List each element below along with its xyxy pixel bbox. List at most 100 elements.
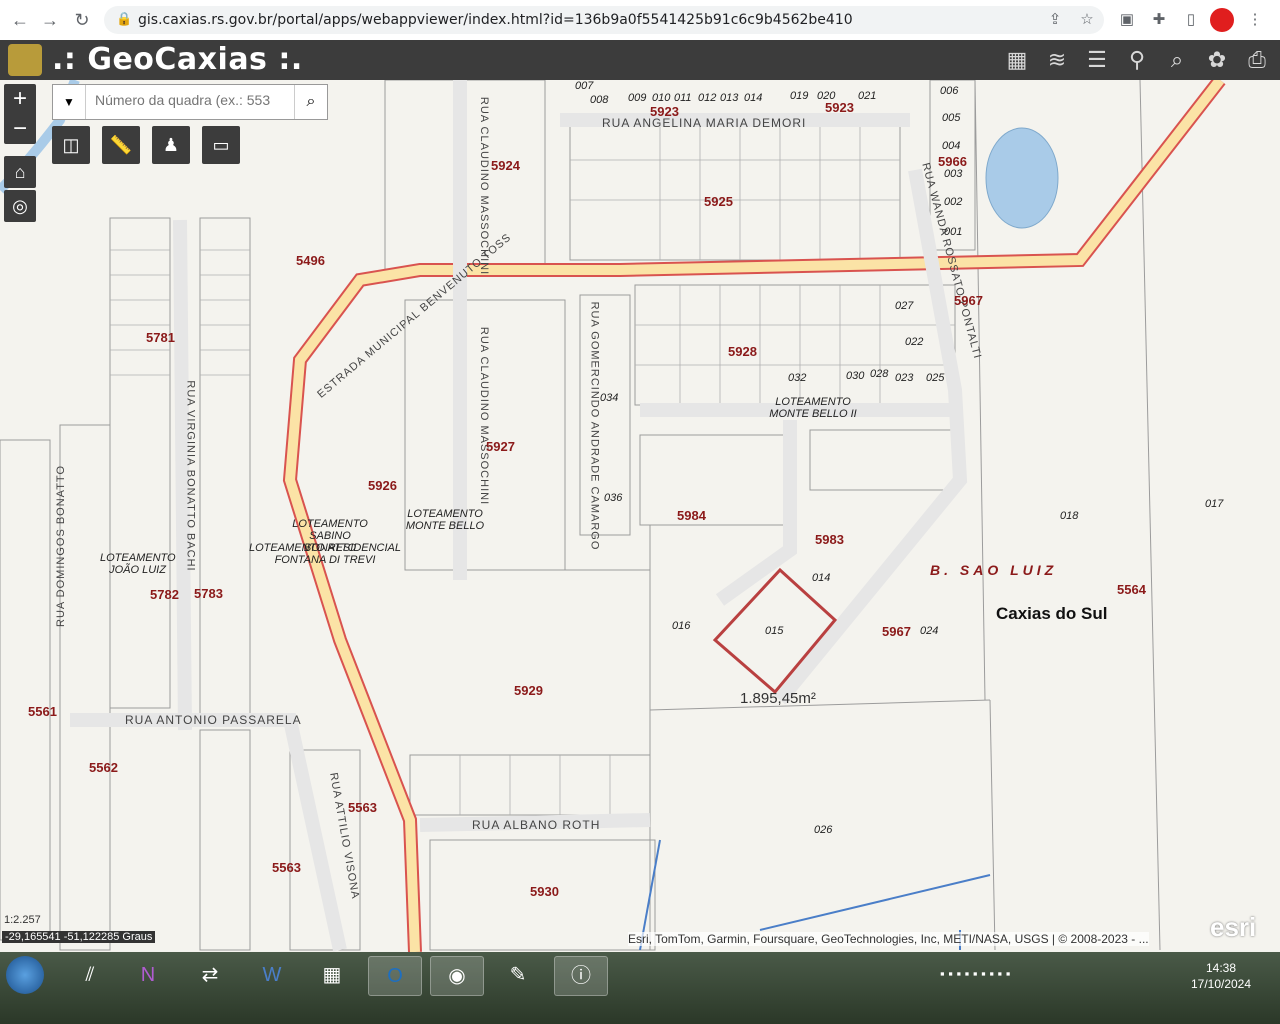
block-number: 5561: [28, 704, 57, 719]
puzzle-icon[interactable]: ✚: [1148, 9, 1170, 31]
map-canvas[interactable]: RUA ANGELINA MARIA DEMORI ESTRADA MUNICI…: [0, 80, 1280, 952]
lot-number: 019: [790, 90, 809, 102]
search-icon[interactable]: ⌕: [294, 85, 327, 119]
block-number: 5930: [530, 884, 559, 899]
street-label: RUA ANTONIO PASSARELA: [125, 713, 302, 727]
swipe-tool-button[interactable]: ◫: [52, 126, 90, 164]
basemap-gallery-icon[interactable]: ▦: [1002, 45, 1032, 75]
zoom-control: + −: [4, 84, 36, 144]
layers-icon[interactable]: ≋: [1042, 45, 1072, 75]
print-icon[interactable]: ⎙: [1242, 45, 1272, 75]
block-number: 5923: [825, 100, 854, 115]
search-input[interactable]: [93, 91, 287, 109]
teamviewer-icon[interactable]: ⇄: [184, 956, 236, 994]
district-label: B. SAO LUIZ: [930, 562, 1058, 578]
lot-number: 008: [590, 94, 609, 106]
back-icon[interactable]: ←: [8, 8, 32, 32]
streetview-tool-button[interactable]: ♟: [152, 126, 190, 164]
block-number: 5564: [1117, 582, 1146, 597]
block-number: 5926: [368, 478, 397, 493]
app-header: .: GeoCaxias :. ▦ ≋ ☰ ⚲ ⌕ ✿ ⎙: [0, 40, 1280, 80]
lot-number: 027: [895, 300, 914, 312]
lot-number: 030: [846, 370, 865, 382]
loteamento-label: LOTEAMENTO JOÃO LUIZ: [100, 552, 176, 576]
lot-number: 022: [905, 336, 924, 348]
system-tray[interactable]: ▪ ▪ ▪ ▪ ▪ ▪ ▪ ▪ ▪: [940, 966, 1010, 981]
street-label: RUA VIRGINIA BONATTO BACHI: [184, 380, 197, 572]
esri-logo: esri: [1210, 912, 1257, 942]
lot-number: 009: [628, 92, 647, 104]
zoom-in-button[interactable]: +: [4, 84, 36, 114]
lot-number: 005: [942, 112, 961, 124]
info-app-icon[interactable]: ⓘ: [554, 956, 608, 996]
block-number: 5563: [272, 860, 301, 875]
loteamento-label: LOTEAMENTO RESIDENCIAL FONTANA DI TREVI: [249, 542, 401, 566]
lot-number: 010: [652, 92, 671, 104]
lot-number: 011: [674, 92, 692, 104]
area-measurement: 1.895,45m²: [740, 690, 816, 707]
menu-icon[interactable]: ⋮: [1244, 9, 1266, 31]
sidebar-icon[interactable]: ▯: [1180, 9, 1202, 31]
lot-number: 028: [870, 368, 889, 380]
block-number: 5783: [194, 586, 223, 601]
forward-icon[interactable]: →: [38, 8, 62, 32]
clock-time: 14:38: [1205, 961, 1237, 975]
search-widget: ▼ ⌕: [52, 84, 328, 120]
street-label: RUA ALBANO ROTH: [472, 818, 601, 832]
legend-icon[interactable]: ☰: [1082, 45, 1112, 75]
measure-tool-button[interactable]: 📏: [102, 126, 140, 164]
lake-shape: [985, 127, 1059, 229]
street-label: RUA GOMERCINDO ANDRADE CAMARGO: [588, 301, 601, 551]
block-number: 5563: [348, 800, 377, 815]
profile-avatar[interactable]: [1210, 8, 1234, 32]
street-label: RUA DOMINGOS BONATTO: [55, 465, 67, 627]
lock-icon: 🔒: [116, 11, 133, 26]
city-logo: [8, 44, 42, 76]
paint-icon[interactable]: ✎: [492, 956, 544, 994]
block-number: 5562: [89, 760, 118, 775]
onenote-icon[interactable]: N: [122, 956, 174, 994]
lot-number: 013: [720, 92, 739, 104]
location-icon[interactable]: ⚲: [1122, 45, 1152, 75]
my-location-button[interactable]: ◎: [4, 190, 36, 222]
lot-number: 024: [920, 625, 939, 637]
block-number: 5929: [514, 683, 543, 698]
lot-number: 016: [672, 620, 691, 632]
bookmark-star-icon[interactable]: ☆: [1076, 9, 1098, 31]
block-number: 5782: [150, 587, 179, 602]
calculator-icon[interactable]: ▦: [306, 956, 358, 994]
lot-number: 007: [575, 80, 594, 92]
scan-app-icon[interactable]: ⫽: [64, 956, 116, 994]
map-attribution: Esri, TomTom, Garmin, Foursquare, GeoTec…: [628, 932, 1149, 946]
home-button[interactable]: ⌂: [4, 156, 36, 188]
lot-number: 032: [788, 372, 807, 384]
settings-icon[interactable]: ✿: [1202, 45, 1232, 75]
windows-taskbar: ⫽ N ⇄ W ▦ O ◉ ✎ ⓘ ▪ ▪ ▪ ▪ ▪ ▪ ▪ ▪ ▪ 14:3…: [0, 952, 1280, 1024]
zoom-out-button[interactable]: −: [4, 114, 36, 144]
lot-number: 026: [814, 824, 833, 836]
city-label: Caxias do Sul: [996, 604, 1108, 623]
block-number: 5925: [704, 194, 733, 209]
chrome-icon[interactable]: ◉: [430, 956, 484, 996]
word-icon[interactable]: W: [246, 956, 298, 994]
clock[interactable]: 14:38 17/10/2024: [1186, 960, 1256, 992]
url-text: gis.caxias.rs.gov.br/portal/apps/webappv…: [138, 12, 853, 28]
lot-number: 021: [858, 90, 877, 102]
lot-number: 017: [1205, 498, 1224, 510]
share-icon[interactable]: ⇪: [1044, 9, 1066, 31]
search-source-dropdown[interactable]: ▼: [53, 85, 86, 119]
block-number: 5927: [486, 439, 515, 454]
block-number: 5928: [728, 344, 757, 359]
block-number: 5966: [938, 154, 967, 169]
query-icon[interactable]: ⌕: [1162, 45, 1192, 75]
lot-number: 014: [744, 92, 763, 104]
start-button[interactable]: [6, 956, 44, 994]
block-number: 5496: [296, 253, 325, 268]
block-number: 5781: [146, 330, 175, 345]
extension-icon[interactable]: ▣: [1116, 9, 1138, 31]
outlook-icon[interactable]: O: [368, 956, 422, 996]
draw-tool-button[interactable]: ▭: [202, 126, 240, 164]
reload-icon[interactable]: ↻: [70, 8, 94, 32]
lot-lines: [110, 120, 955, 815]
address-bar[interactable]: 🔒 gis.caxias.rs.gov.br/portal/apps/webap…: [104, 6, 1104, 34]
